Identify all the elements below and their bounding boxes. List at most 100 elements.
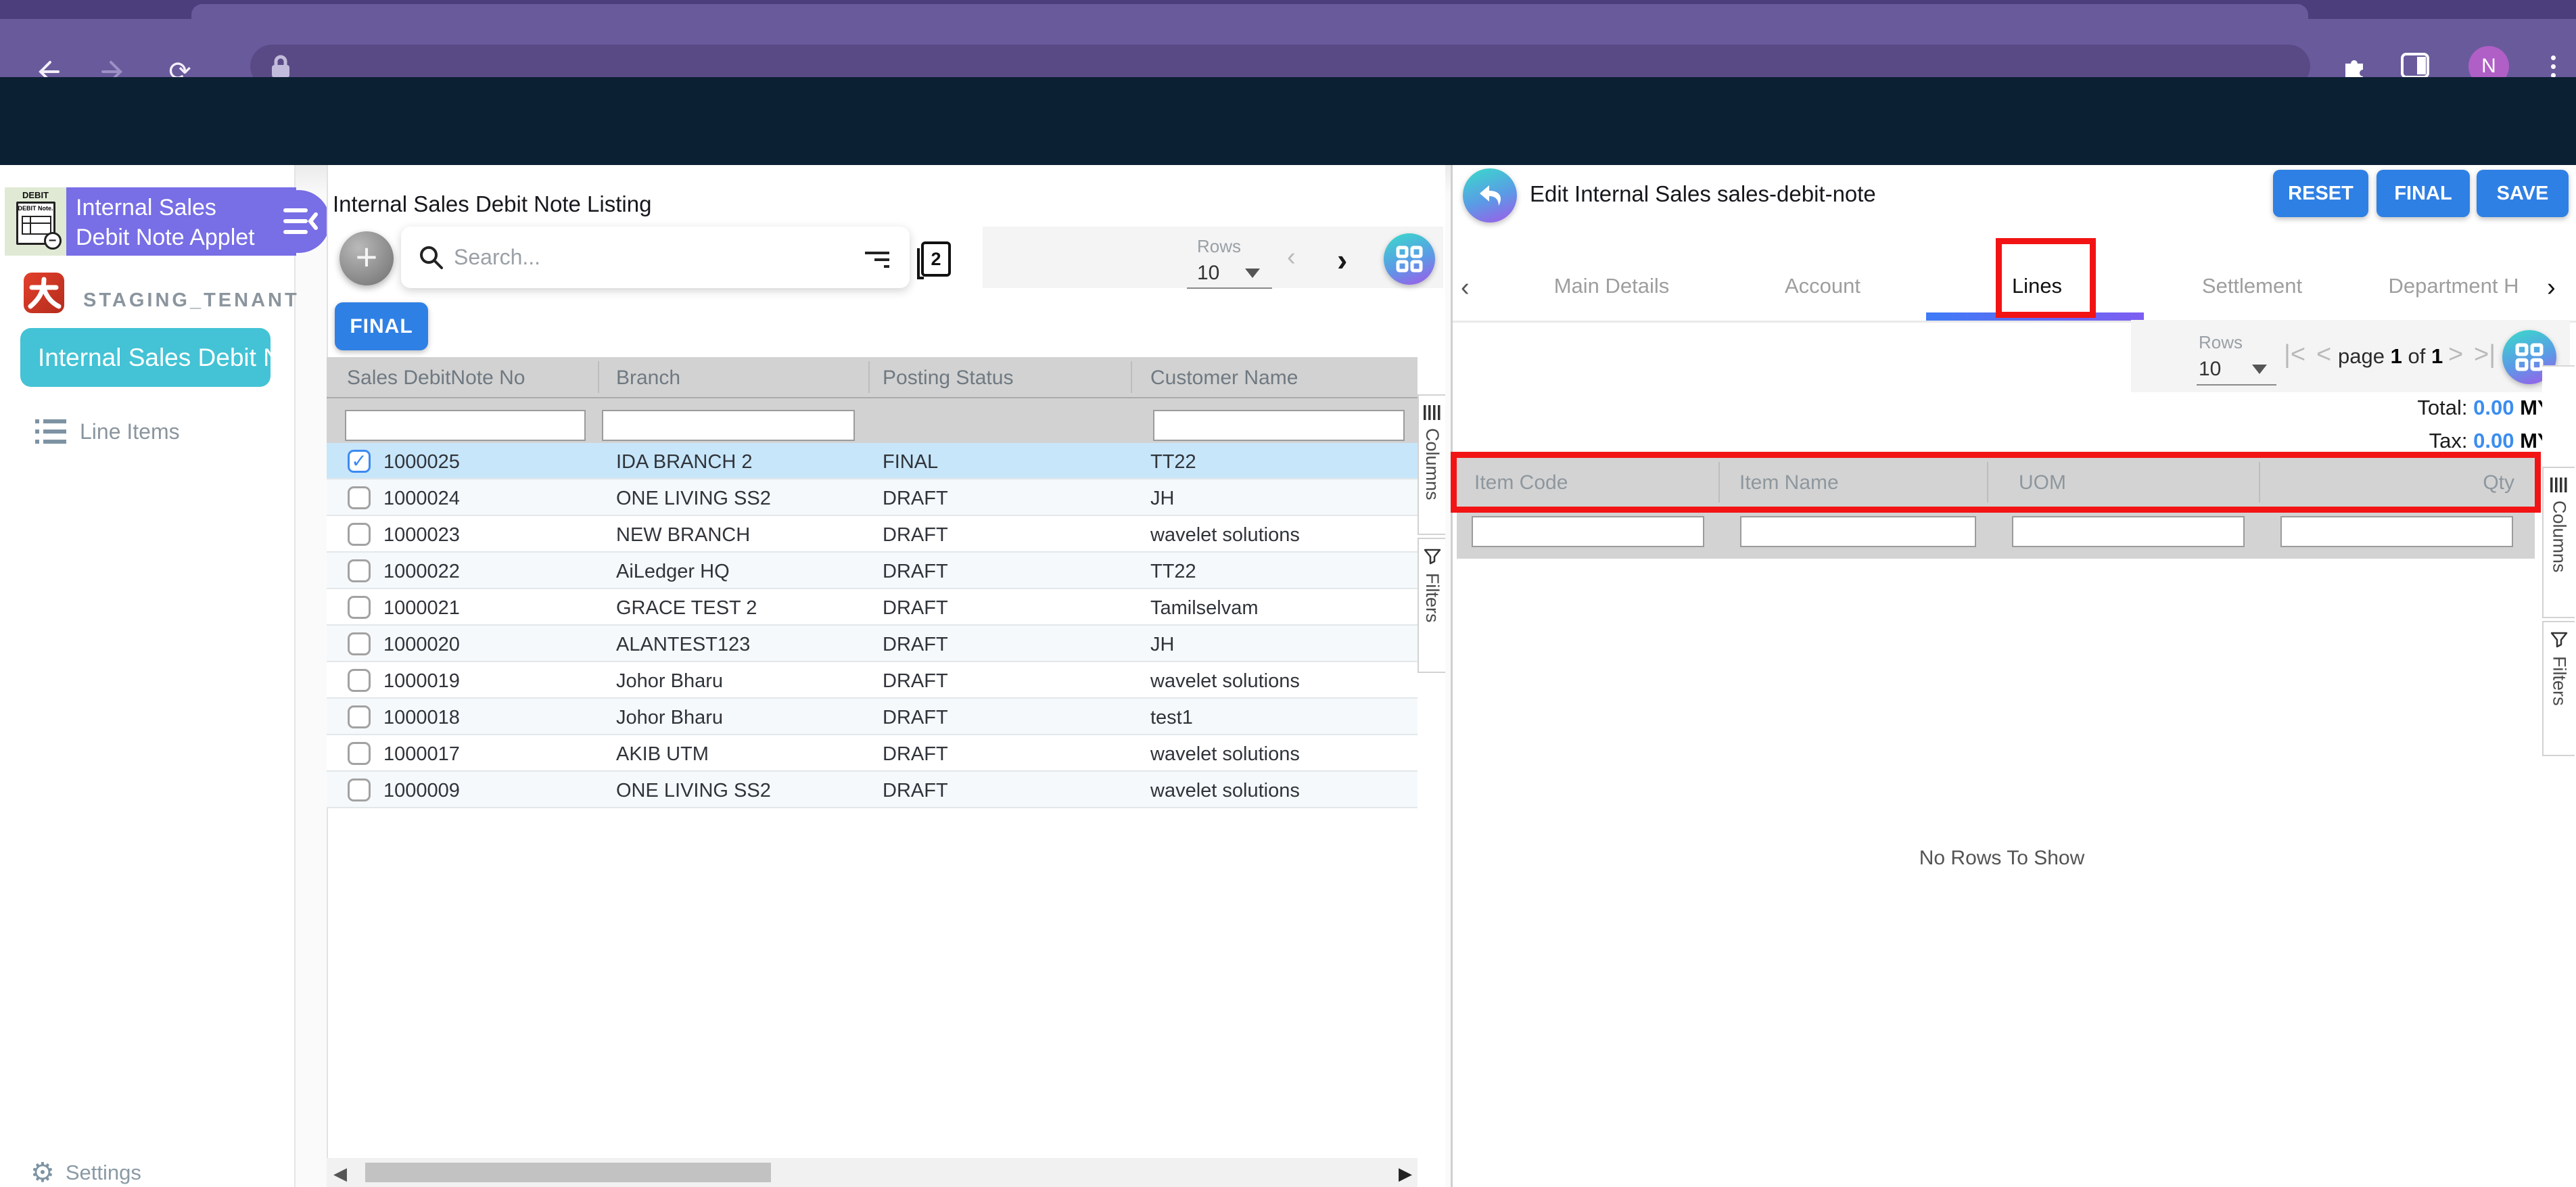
back-button[interactable] [1463, 168, 1517, 223]
column-filter-input[interactable] [602, 410, 855, 441]
tab-settlement[interactable]: Settlement [2202, 274, 2302, 298]
list-icon [35, 419, 66, 444]
add-record-button[interactable]: + [339, 231, 394, 285]
rows-per-page-select[interactable]: 10 [1197, 262, 1219, 285]
tabs-scroll-left-icon[interactable]: ‹ [1461, 273, 1470, 302]
row-checkbox[interactable] [348, 742, 371, 765]
column-header[interactable]: UOM [2019, 471, 2066, 494]
detail-pagination-strip: Rows 10 |< < page 1 of 1 > >| [2131, 320, 2570, 392]
table-cell: DRAFT [883, 561, 948, 583]
column-header[interactable]: Item Code [1474, 471, 1568, 494]
column-filter-input[interactable] [1153, 410, 1405, 441]
reset-button[interactable]: RESET [2273, 170, 2368, 217]
row-checkbox[interactable] [348, 778, 371, 801]
sidebar-item-internal-sales-debit-note-applet[interactable]: Internal Sales Debit Note Applet [66, 187, 296, 256]
tab-account[interactable]: Account [1785, 274, 1860, 298]
table-row[interactable]: 1000020ALANTEST123DRAFTJH [327, 626, 1418, 662]
row-checkbox[interactable] [348, 596, 371, 619]
table-cell: JH [1150, 488, 1174, 510]
final-button[interactable]: FINAL [2376, 170, 2470, 217]
table-cell: 1000009 [383, 780, 460, 802]
rows-per-page-select[interactable]: 10 [2199, 358, 2221, 381]
table-row[interactable]: 1000018Johor BharuDRAFTtest1 [327, 699, 1418, 735]
column-header[interactable]: Qty [2483, 471, 2514, 494]
next-page-icon[interactable]: > [2448, 340, 2463, 369]
tab-department-h[interactable]: Department H [2389, 274, 2519, 298]
table-row[interactable]: 1000024ONE LIVING SS2DRAFTJH [327, 480, 1418, 516]
column-filter-input[interactable] [1472, 516, 1704, 547]
empty-grid-message: No Rows To Show [1731, 847, 2272, 870]
sidebar-item-line-items[interactable]: Line Items [35, 417, 272, 446]
table-cell: TT22 [1150, 451, 1196, 473]
column-header[interactable]: Branch [616, 367, 680, 390]
side-tab-filters[interactable]: Filters [2542, 621, 2575, 756]
tenant-name: STAGING_TENANT [83, 289, 300, 312]
applet-icon[interactable]: DEBIT DEBIT Note. − [5, 187, 66, 256]
rows-dropdown-caret-icon[interactable] [1245, 269, 1260, 278]
search-filter-icon[interactable] [862, 248, 889, 268]
column-header[interactable]: Sales DebitNote No [347, 367, 525, 390]
table-row[interactable]: 1000021GRACE TEST 2DRAFTTamilselvam [327, 589, 1418, 626]
row-checkbox[interactable] [348, 523, 371, 546]
table-row[interactable]: 1000022AiLedger HQDRAFTTT22 [327, 553, 1418, 589]
table-row[interactable]: 1000009ONE LIVING SS2DRAFTwavelet soluti… [327, 772, 1418, 808]
tab-main-details[interactable]: Main Details [1554, 274, 1670, 298]
table-cell: ONE LIVING SS2 [616, 488, 771, 510]
table-row[interactable]: 1000019Johor BharuDRAFTwavelet solutions [327, 662, 1418, 699]
final-filter-button[interactable]: FINAL [335, 302, 428, 350]
row-checkbox[interactable] [348, 632, 371, 655]
tab-lines[interactable]: Lines [2012, 274, 2062, 298]
rows-dropdown-caret-icon[interactable] [2252, 365, 2267, 374]
row-checkbox[interactable] [348, 486, 371, 509]
back-arrow-icon [1476, 183, 1504, 208]
grid-view-button[interactable] [1384, 233, 1435, 285]
browser-tab-strip [0, 0, 2576, 19]
extensions-puzzle-icon[interactable] [2340, 53, 2367, 80]
column-header[interactable]: Customer Name [1150, 367, 1298, 390]
multi-view-icon[interactable]: 2 [921, 241, 951, 277]
tabs-scroll-right-icon[interactable]: › [2547, 273, 2556, 302]
tenant-icon[interactable] [24, 273, 64, 313]
horizontal-scrollbar[interactable]: ◀ ▶ [327, 1158, 1418, 1187]
table-cell: DRAFT [883, 488, 948, 510]
sidebar-item-settings[interactable]: ⚙ Settings [30, 1158, 267, 1187]
table-cell: 1000017 [383, 743, 460, 766]
collapse-menu-icon[interactable] [283, 206, 319, 237]
app-header: akaun [0, 77, 2576, 165]
column-header[interactable]: Item Name [1739, 471, 1839, 494]
scroll-right-icon[interactable]: ▶ [1399, 1163, 1412, 1184]
table-row[interactable]: 1000017AKIB UTMDRAFTwavelet solutions [327, 735, 1418, 772]
scroll-left-icon[interactable]: ◀ [333, 1163, 347, 1184]
table-row[interactable]: ✓1000025IDA BRANCH 2FINALTT22 [327, 443, 1418, 480]
table-cell: NEW BRANCH [616, 524, 750, 546]
side-tab-columns[interactable]: Columns [2542, 467, 2575, 618]
row-checkbox[interactable] [348, 669, 371, 692]
sidebar-item-internal-sales-debit-note[interactable]: Internal Sales Debit No [20, 328, 271, 387]
side-panel-icon[interactable] [2401, 53, 2428, 80]
column-filter-input[interactable] [2280, 516, 2513, 547]
row-checkbox[interactable] [348, 559, 371, 582]
browser-active-tab[interactable] [191, 4, 2308, 19]
lines-filter-row [1457, 507, 2535, 559]
column-filter-input[interactable] [2012, 516, 2245, 547]
side-tab-columns[interactable]: Columns [1418, 394, 1445, 535]
last-page-icon[interactable]: >| [2474, 340, 2496, 369]
first-page-icon[interactable]: |< [2284, 340, 2305, 369]
column-filter-input[interactable] [1740, 516, 1976, 547]
column-filter-input[interactable] [345, 410, 586, 441]
minus-badge-icon: − [44, 232, 62, 250]
column-header[interactable]: Posting Status [883, 367, 1013, 390]
search-input[interactable] [454, 245, 862, 270]
row-checkbox[interactable] [348, 705, 371, 728]
table-row[interactable]: 1000023NEW BRANCHDRAFTwavelet solutions [327, 516, 1418, 553]
save-button[interactable]: SAVE [2477, 170, 2569, 217]
scrollbar-thumb[interactable] [365, 1163, 771, 1182]
prev-page-icon[interactable]: ‹ [1287, 243, 1296, 272]
row-checkbox[interactable]: ✓ [348, 450, 371, 473]
listing-side-tabs: Columns Filters [1418, 394, 1445, 678]
side-tab-filters[interactable]: Filters [1418, 538, 1445, 673]
applet-title-line1: Internal Sales [76, 193, 296, 223]
next-page-icon[interactable]: › [1337, 241, 1347, 278]
table-cell: TT22 [1150, 561, 1196, 583]
prev-page-icon[interactable]: < [2316, 340, 2331, 369]
